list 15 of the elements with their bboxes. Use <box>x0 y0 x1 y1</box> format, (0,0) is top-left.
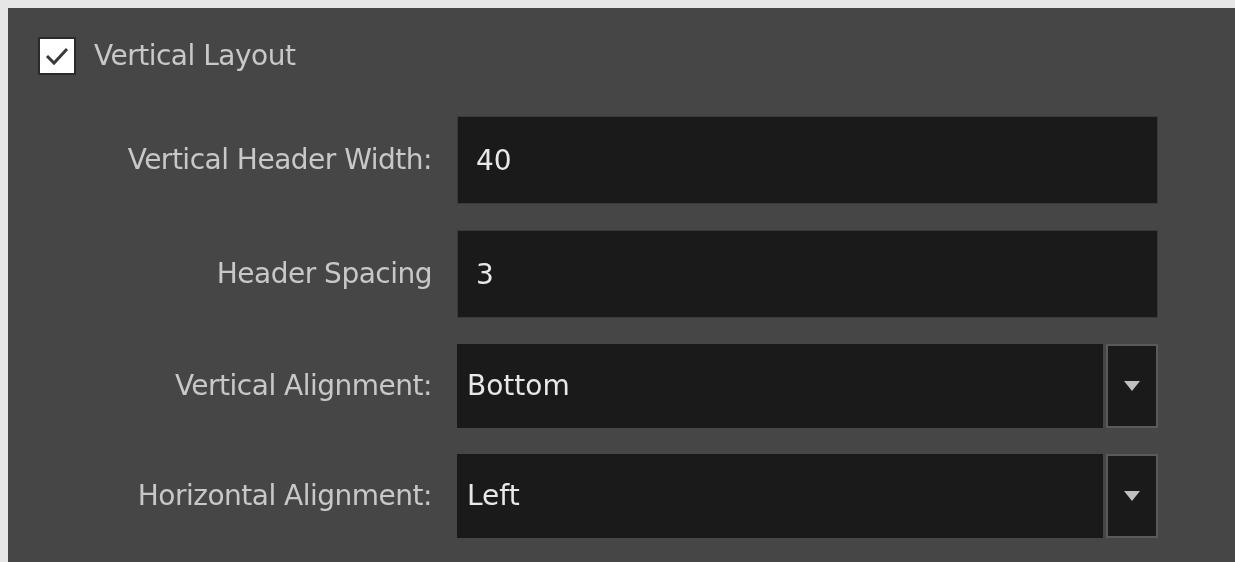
dropdown-button[interactable] <box>1106 344 1158 428</box>
field-label: Horizontal Alignment: <box>137 478 432 514</box>
caret-down-icon <box>1124 381 1140 391</box>
checkmark-icon <box>44 45 70 67</box>
input-field[interactable]: 3 <box>457 230 1158 318</box>
checkbox[interactable] <box>38 37 76 75</box>
field-label: Header Spacing <box>216 256 432 292</box>
dropdown-field[interactable]: Left <box>457 454 1103 538</box>
dropdown-button[interactable] <box>1106 454 1158 538</box>
dropdown-field[interactable]: Bottom <box>457 344 1103 428</box>
field-label: Vertical Alignment: <box>174 368 432 404</box>
checkbox-label: Vertical Layout <box>94 38 296 74</box>
input-field[interactable]: 40 <box>457 116 1158 204</box>
field-label: Vertical Header Width: <box>127 142 432 178</box>
caret-down-icon <box>1124 491 1140 501</box>
